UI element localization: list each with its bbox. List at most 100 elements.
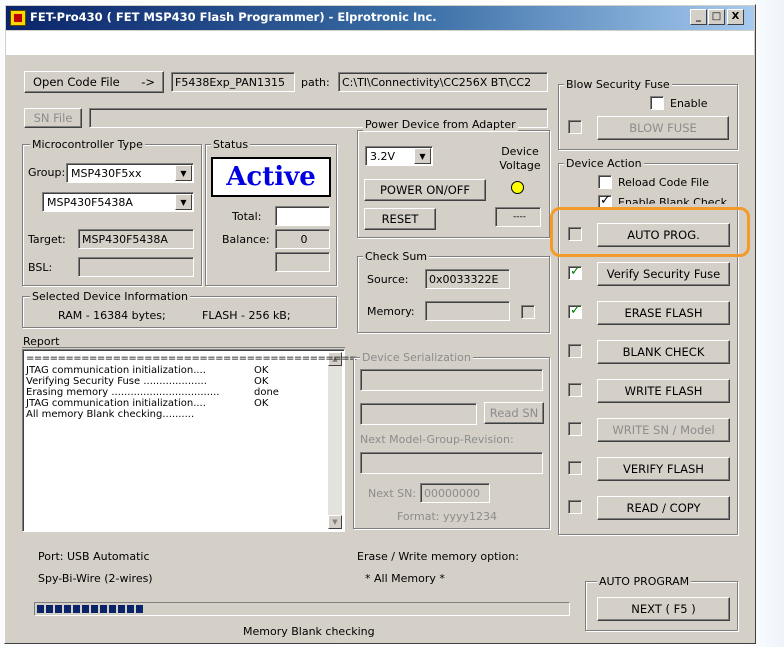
group-select[interactable]: MSP430F5xx ▼ bbox=[66, 163, 194, 183]
action-button[interactable]: READ / COPY bbox=[597, 496, 730, 520]
chevron-down-icon[interactable]: ▼ bbox=[175, 165, 192, 181]
bsl-label: BSL: bbox=[28, 261, 53, 274]
power-on-off-button[interactable]: POWER ON/OFF bbox=[364, 179, 486, 201]
auto-program-title: AUTO PROGRAM bbox=[597, 575, 692, 588]
checkmark-icon: ✓ bbox=[570, 303, 581, 318]
app-icon bbox=[10, 10, 26, 26]
open-code-file-button[interactable]: Open Code File -> bbox=[24, 71, 164, 93]
reset-button[interactable]: RESET bbox=[364, 208, 436, 230]
checksum-group-title: Check Sum bbox=[363, 250, 430, 263]
scroll-down-icon[interactable]: ▼ bbox=[328, 515, 342, 529]
action-checkbox[interactable] bbox=[568, 461, 582, 475]
action-checkbox[interactable] bbox=[568, 344, 582, 358]
report-divider bbox=[22, 347, 345, 348]
flash-info: FLASH - 256 kB; bbox=[202, 309, 291, 322]
format-label: Format: yyyy1234 bbox=[397, 510, 497, 523]
source-label: Source: bbox=[367, 273, 409, 286]
total-label: Total: bbox=[232, 210, 262, 223]
close-button[interactable]: X bbox=[727, 9, 744, 25]
checksum-memory-field bbox=[425, 301, 510, 321]
report-line: All memory Blank checking.......... bbox=[26, 409, 195, 420]
balance-field: 0 bbox=[275, 229, 330, 249]
progress-status-text: Memory Blank checking bbox=[243, 625, 375, 638]
path-field: C:\TI\Connectivity\CC256X BT\CC2 bbox=[338, 72, 548, 92]
report-line: Erasing memory .........................… bbox=[26, 387, 220, 398]
path-label: path: bbox=[301, 76, 330, 89]
serialization-field-1 bbox=[360, 369, 543, 391]
action-checkbox[interactable] bbox=[568, 383, 582, 397]
serialization-group-title: Device Serialization bbox=[360, 351, 473, 364]
fuse-enable-checkbox[interactable] bbox=[650, 96, 664, 110]
blow-fuse-button[interactable]: BLOW FUSE bbox=[597, 116, 729, 140]
bsl-field bbox=[78, 257, 194, 277]
read-sn-button[interactable]: Read SN bbox=[484, 402, 544, 424]
arrow-icon: -> bbox=[141, 75, 155, 89]
erase-option-label: Erase / Write memory option: bbox=[357, 550, 519, 563]
sn-file-button[interactable]: SN File bbox=[24, 108, 82, 128]
group-label: Group: bbox=[28, 166, 66, 179]
device-select[interactable]: MSP430F5438A ▼ bbox=[42, 192, 194, 212]
voltage-led-icon bbox=[511, 181, 524, 194]
checkmark-icon: ✓ bbox=[570, 264, 581, 279]
chevron-down-icon[interactable]: ▼ bbox=[414, 148, 431, 164]
action-button[interactable]: ERASE FLASH bbox=[597, 301, 730, 325]
serialization-field-2 bbox=[360, 403, 477, 425]
status-group-title: Status bbox=[211, 138, 251, 151]
action-checkbox[interactable] bbox=[568, 422, 582, 436]
action-checkbox[interactable]: ✓ bbox=[568, 264, 582, 280]
balance-label: Balance: bbox=[222, 233, 270, 246]
action-checkbox[interactable]: ✓ bbox=[568, 303, 582, 319]
device-voltage-label: Device Voltage bbox=[499, 145, 541, 172]
status-extra-field bbox=[275, 252, 330, 272]
progress-fill bbox=[37, 605, 143, 613]
report-line: JTAG communication initialization.... bbox=[26, 398, 206, 409]
checksum-memory-checkbox[interactable] bbox=[521, 305, 535, 319]
checksum-group bbox=[357, 256, 550, 333]
action-button[interactable]: WRITE SN / Model bbox=[597, 418, 730, 442]
minimize-button[interactable]: _ bbox=[690, 9, 707, 25]
next-button[interactable]: NEXT ( F5 ) bbox=[597, 597, 730, 621]
report-line: ========================================… bbox=[26, 353, 357, 364]
report-scrollbar[interactable] bbox=[328, 352, 342, 529]
security-fuse-title: Blow Security Fuse bbox=[564, 78, 672, 91]
blow-fuse-checkbox[interactable] bbox=[568, 120, 582, 134]
highlight-box bbox=[550, 207, 750, 257]
group-select-value: MSP430F5xx bbox=[71, 166, 142, 180]
maximize-button[interactable]: □ bbox=[708, 9, 725, 25]
target-label: Target: bbox=[28, 233, 66, 246]
voltage-select[interactable]: 3.2V ▼ bbox=[365, 146, 433, 166]
action-button[interactable]: VERIFY FLASH bbox=[597, 457, 730, 481]
microcontroller-group-title: Microcontroller Type bbox=[30, 138, 145, 151]
power-group-title: Power Device from Adapter bbox=[363, 118, 518, 131]
chevron-down-icon[interactable]: ▼ bbox=[175, 194, 192, 210]
open-code-file-label: Open Code File bbox=[33, 75, 120, 89]
report-line: JTAG communication initialization.... bbox=[26, 365, 206, 376]
total-field bbox=[275, 206, 330, 226]
interface-label: Spy-Bi-Wire (2-wires) bbox=[38, 572, 153, 585]
erase-option-value: * All Memory * bbox=[365, 572, 445, 585]
menu-bar bbox=[6, 31, 754, 55]
code-file-name: F5438Exp_PAN1315 bbox=[171, 72, 295, 92]
window-title: FET-Pro430 ( FET MSP430 Flash Programmer… bbox=[30, 10, 437, 24]
reload-code-label: Reload Code File bbox=[618, 176, 709, 189]
next-sn-label: Next SN: bbox=[368, 487, 417, 500]
device-action-title: Device Action bbox=[564, 157, 644, 170]
report-line-status: OK bbox=[254, 365, 269, 376]
ram-info: RAM - 16384 bytes; bbox=[58, 309, 166, 322]
action-button[interactable]: BLANK CHECK bbox=[597, 340, 730, 364]
report-line-status: OK bbox=[254, 398, 269, 409]
reload-code-checkbox[interactable] bbox=[598, 175, 612, 189]
fuse-enable-label: Enable bbox=[670, 97, 708, 110]
voltage-select-value: 3.2V bbox=[370, 149, 396, 163]
action-checkbox[interactable] bbox=[568, 500, 582, 514]
target-field: MSP430F5438A bbox=[78, 229, 194, 249]
checksum-source-field: 0x0033322E bbox=[425, 269, 510, 289]
next-model-field bbox=[360, 452, 543, 474]
port-label: Port: USB Automatic bbox=[38, 550, 150, 563]
report-line-status: OK bbox=[254, 376, 269, 387]
action-button[interactable]: WRITE FLASH bbox=[597, 379, 730, 403]
voltage-readout: ---- bbox=[495, 207, 541, 227]
progress-bar bbox=[34, 602, 570, 616]
action-button[interactable]: Verify Security Fuse bbox=[597, 262, 730, 286]
report-line-status: done bbox=[254, 387, 279, 398]
